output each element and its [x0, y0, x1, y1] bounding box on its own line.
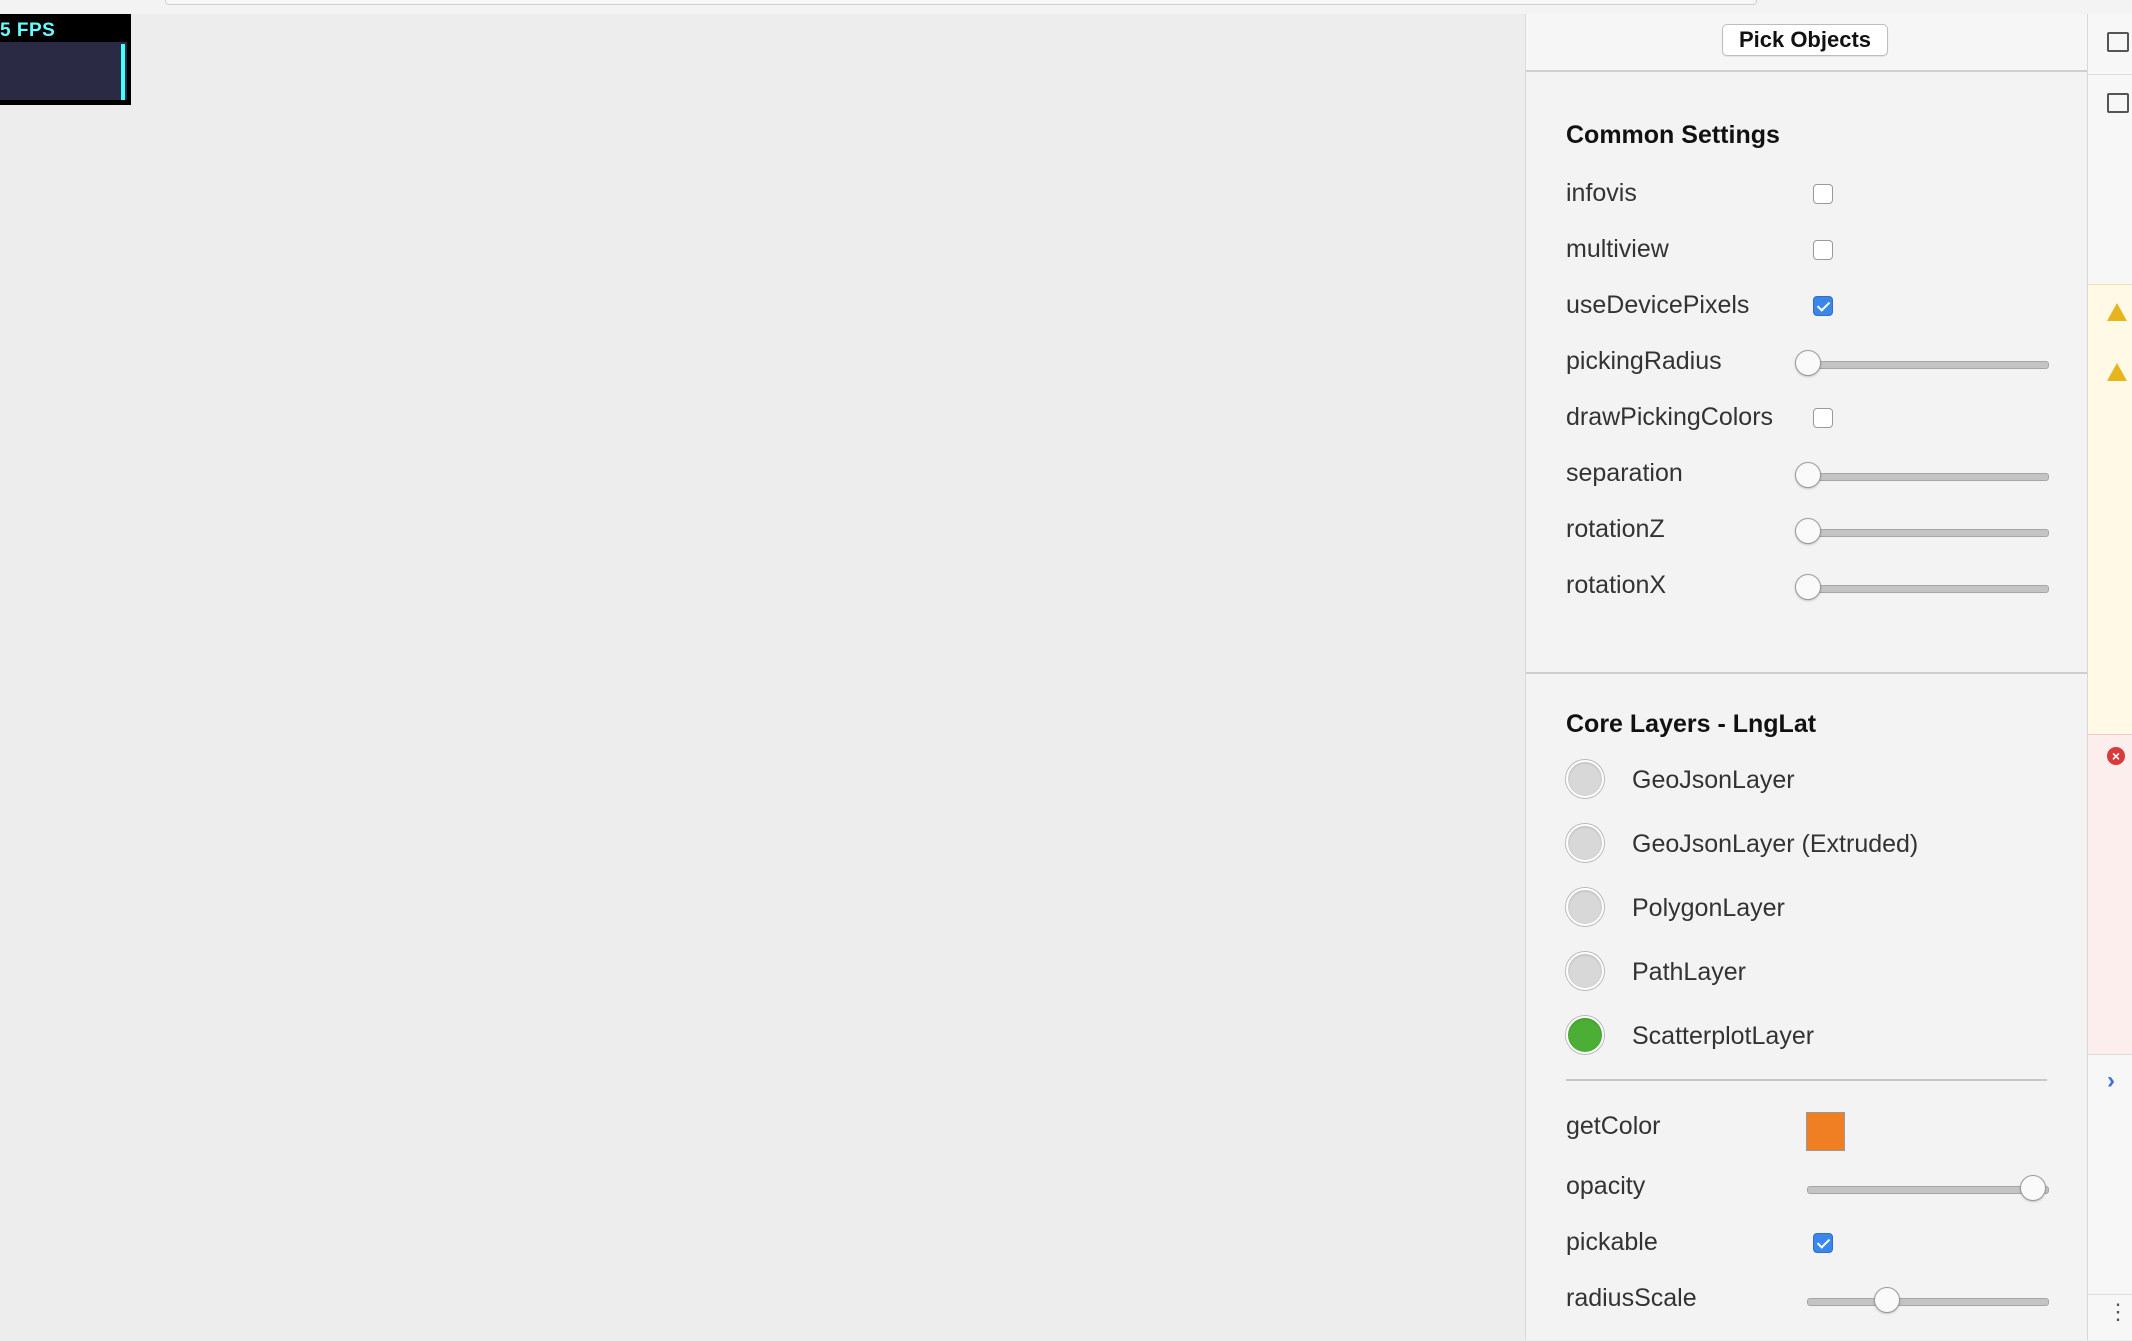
fps-meter: 5 FPS [0, 14, 131, 105]
drawpickingcolors-checkbox[interactable] [1813, 408, 1833, 428]
browser-top-edge [0, 0, 2132, 15]
layer-option[interactable]: PolygonLayer [1566, 875, 2088, 939]
setting-label: rotationX [1566, 571, 1667, 599]
setting-label: drawPickingColors [1566, 403, 1774, 431]
setting-row-rotationx: rotationX [1566, 556, 2088, 612]
radiusscale-slider[interactable] [1807, 1287, 2049, 1313]
radiusscale-label: radiusScale [1566, 1284, 1697, 1312]
warning-icon[interactable] [2107, 303, 2127, 321]
rotationz-slider-knob[interactable] [1795, 518, 1821, 544]
inspect-icon[interactable] [2107, 32, 2129, 52]
prop-row-radiusscale: radiusScale [1566, 1269, 2088, 1325]
rail-console-zone: › [2088, 1054, 2132, 1115]
infovis-checkbox[interactable] [1813, 184, 1833, 204]
setting-label: pickingRadius [1566, 347, 1722, 375]
pickingradius-slider-knob[interactable] [1795, 350, 1821, 376]
pick-objects-button[interactable]: Pick Objects [1722, 24, 1888, 56]
separation-slider[interactable] [1795, 462, 2049, 488]
setting-label: separation [1566, 459, 1683, 487]
setting-row-rotationz: rotationZ [1566, 500, 2088, 556]
pickable-label: pickable [1566, 1228, 1658, 1256]
layer-radio[interactable] [1566, 824, 1604, 862]
layer-option[interactable]: GeoJsonLayer [1566, 747, 2088, 811]
panel-header: Pick Objects [1526, 14, 2088, 72]
pickingradius-slider[interactable] [1795, 350, 2049, 376]
setting-label: rotationZ [1566, 515, 1665, 543]
opacity-label: opacity [1566, 1172, 1646, 1200]
layer-label: ScatterplotLayer [1632, 1022, 1815, 1050]
setting-row-separation: separation [1566, 444, 2088, 500]
layer-radio[interactable] [1566, 1016, 1604, 1054]
layer-radio[interactable] [1566, 952, 1604, 990]
layer-props-divider [1566, 1079, 2047, 1081]
panel-play-icon[interactable] [2107, 93, 2129, 113]
layer-option[interactable]: PathLayer [1566, 939, 2088, 1003]
setting-label: multiview [1566, 235, 1669, 263]
rotationx-slider-knob[interactable] [1795, 574, 1821, 600]
layer-radio[interactable] [1566, 760, 1604, 798]
fps-graph [0, 42, 127, 100]
setting-row-drawpickingcolors: drawPickingColors [1566, 388, 2088, 444]
setting-row-multiview: multiview [1566, 220, 2088, 276]
layer-option[interactable]: ScatterplotLayer [1566, 1003, 2088, 1067]
rail-warning-fill [2088, 404, 2132, 734]
layer-option[interactable]: GeoJsonLayer (Extruded) [1566, 811, 2088, 875]
fps-label: 5 FPS [0, 20, 56, 41]
getcolor-swatch[interactable] [1806, 1112, 1845, 1151]
pickable-checkbox[interactable] [1813, 1233, 1833, 1253]
tab-strip [165, 0, 1757, 5]
rail-zone-toolbar [2088, 74, 2132, 131]
usedevicepixels-checkbox[interactable] [1813, 296, 1833, 316]
layer-label: GeoJsonLayer [1632, 766, 1795, 794]
fps-graph-bar [121, 44, 125, 100]
setting-row-pickingradius: pickingRadius [1566, 332, 2088, 388]
rotationz-slider[interactable] [1795, 518, 2049, 544]
chevron-right-icon[interactable]: › [2107, 1067, 2115, 1095]
setting-label: infovis [1566, 179, 1637, 207]
rail-error-zone: × [2088, 734, 2132, 1055]
warning-icon[interactable] [2107, 363, 2127, 381]
setting-row-usedevicepixels: useDevicePixels [1566, 276, 2088, 332]
error-icon[interactable]: × [2107, 747, 2125, 765]
separation-slider-knob[interactable] [1795, 462, 1821, 488]
core-layers-section: Core Layers - LngLat GeoJsonLayer GeoJson… [1526, 674, 2088, 1325]
layer-label: GeoJsonLayer (Extruded) [1632, 830, 1919, 858]
radiusscale-slider-knob[interactable] [1874, 1287, 1901, 1313]
more-icon[interactable]: ⋮ [2107, 1301, 2129, 1323]
devtools-rail: × › ⋮ [2087, 14, 2132, 1340]
layer-label: PolygonLayer [1632, 894, 1785, 922]
common-settings-section: Common Settings infovis multiview useDevic… [1526, 72, 2088, 612]
opacity-slider[interactable] [1807, 1175, 2049, 1201]
opacity-slider-knob[interactable] [2020, 1175, 2046, 1201]
setting-row-infovis: infovis [1566, 164, 2088, 220]
deck-canvas[interactable] [0, 14, 1525, 1340]
rail-warning-zone [2088, 284, 2132, 405]
prop-row-opacity: opacity [1566, 1157, 2088, 1213]
multiview-checkbox[interactable] [1813, 240, 1833, 260]
layer-label: PathLayer [1632, 958, 1746, 986]
rotationx-slider[interactable] [1795, 574, 2049, 600]
rail-zone-top [2088, 14, 2132, 74]
rail-bottom-zone: ⋮ [2088, 1294, 2132, 1341]
common-settings-title: Common Settings [1566, 121, 1780, 149]
core-layers-title: Core Layers - LngLat [1566, 710, 1817, 738]
prop-row-getcolor: getColor [1566, 1097, 2088, 1157]
getcolor-label: getColor [1566, 1112, 1661, 1140]
setting-label: useDevicePixels [1566, 291, 1750, 319]
prop-row-pickable: pickable [1566, 1213, 2088, 1269]
control-panel: Pick Objects Common Settings infovis mult… [1525, 14, 2088, 1340]
layer-radio[interactable] [1566, 888, 1604, 926]
